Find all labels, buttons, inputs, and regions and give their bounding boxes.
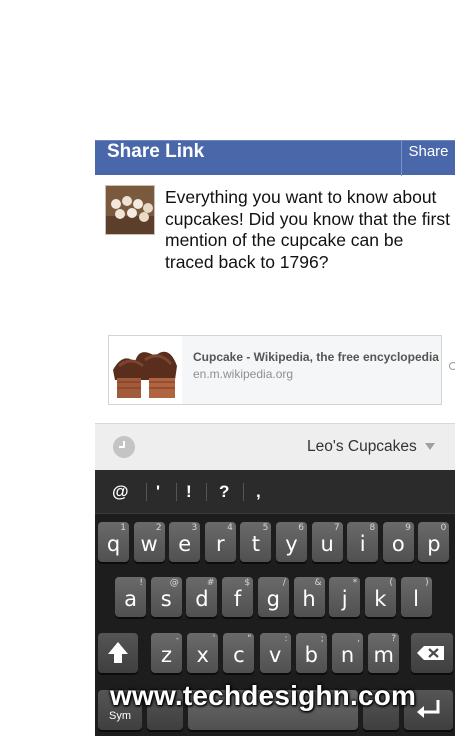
key-label: q bbox=[106, 532, 121, 556]
dropdown-caret-icon[interactable] bbox=[425, 443, 435, 450]
key-n[interactable]: ,n bbox=[332, 633, 363, 673]
key-t[interactable]: 5t bbox=[240, 522, 272, 562]
key-c[interactable]: " c bbox=[223, 633, 255, 673]
key-label: g bbox=[266, 587, 280, 611]
share-button[interactable]: Share bbox=[402, 134, 455, 169]
key-label: c bbox=[233, 643, 245, 667]
key-label: v bbox=[268, 643, 282, 667]
key-label: t bbox=[251, 532, 260, 556]
key-a[interactable]: ! a bbox=[115, 577, 146, 617]
suggestion-strip: @ ' ! ? , bbox=[95, 470, 455, 514]
key-label: z bbox=[160, 643, 173, 667]
key-label: h bbox=[302, 587, 316, 611]
key-f[interactable]: $ f bbox=[222, 577, 254, 617]
key-label: k bbox=[374, 587, 387, 611]
key-o[interactable]: 9o bbox=[382, 522, 414, 562]
key-label: a bbox=[124, 587, 137, 611]
key-e[interactable]: 3e bbox=[169, 522, 201, 562]
key-s[interactable]: @ s bbox=[150, 577, 182, 617]
key-i[interactable]: 8i bbox=[347, 522, 379, 562]
shift-arrow-icon bbox=[108, 642, 128, 663]
key-label: f bbox=[233, 587, 242, 611]
suggestion-divider bbox=[243, 483, 244, 501]
key-label: d bbox=[195, 587, 209, 611]
backspace-icon bbox=[417, 646, 444, 660]
suggestion-item[interactable]: ' bbox=[156, 482, 160, 502]
suggestion-item[interactable]: ? bbox=[219, 482, 229, 502]
key-x[interactable]: ' x bbox=[187, 633, 219, 673]
key-w[interactable]: 2w bbox=[133, 522, 165, 562]
key-u[interactable]: 7u bbox=[311, 522, 343, 562]
key-label: e bbox=[178, 532, 192, 556]
link-url: en.m.wikipedia.org bbox=[193, 367, 294, 381]
chocolate-cupcakes-photo-icon bbox=[109, 336, 182, 404]
link-thumbnail bbox=[109, 336, 182, 404]
key-p[interactable]: 0p bbox=[418, 522, 450, 562]
post-thumbnail bbox=[105, 185, 155, 235]
title-bar: Share Link Share bbox=[95, 140, 455, 176]
key-label: l bbox=[413, 587, 420, 611]
partial-circle-icon bbox=[449, 362, 455, 370]
key-k[interactable]: (k bbox=[364, 577, 396, 617]
link-preview-card[interactable]: Cupcake - Wikipedia, the free encycloped… bbox=[108, 335, 442, 405]
key-j[interactable]: * j bbox=[329, 577, 361, 617]
key-m[interactable]: ? m bbox=[368, 633, 400, 673]
key-label: i bbox=[359, 532, 366, 556]
backspace-key[interactable] bbox=[411, 633, 453, 673]
key-z[interactable]: -z bbox=[151, 633, 182, 673]
key-r[interactable]: 4r bbox=[204, 522, 236, 562]
key-l[interactable]: ) l bbox=[400, 577, 432, 617]
key-label: x bbox=[196, 643, 209, 667]
key-y[interactable]: 6y bbox=[276, 522, 307, 562]
watermark-text: www.techdesighn.com bbox=[110, 680, 417, 711]
page-title: Share Link bbox=[107, 140, 205, 162]
key-v[interactable]: :v bbox=[259, 633, 291, 673]
key-h[interactable]: & h bbox=[293, 577, 325, 617]
key-q[interactable]: 1q bbox=[98, 522, 129, 562]
key-label: u bbox=[320, 532, 334, 556]
key-label: s bbox=[160, 587, 172, 611]
key-label: w bbox=[140, 532, 158, 556]
key-label: o bbox=[391, 532, 405, 556]
key-d[interactable]: # d bbox=[186, 577, 218, 617]
key-label: b bbox=[304, 643, 318, 667]
suggestion-item[interactable]: ! bbox=[186, 482, 192, 502]
post-message[interactable]: Everything you want to know about cupcak… bbox=[165, 187, 455, 273]
key-label: j bbox=[341, 587, 348, 611]
page-selector[interactable]: Leo's Cupcakes bbox=[307, 438, 417, 456]
key-label: n bbox=[340, 643, 355, 667]
audience-bar: Leo's Cupcakes bbox=[95, 423, 455, 470]
key-label: y bbox=[285, 532, 298, 556]
key-label: p bbox=[427, 532, 441, 556]
clock-icon[interactable] bbox=[113, 436, 135, 458]
suggestion-item[interactable]: , bbox=[256, 482, 261, 502]
suggestion-divider bbox=[206, 483, 207, 501]
key-label: r bbox=[215, 532, 225, 556]
key-g[interactable]: / g bbox=[257, 577, 289, 617]
suggestion-divider bbox=[176, 483, 177, 501]
share-link-screen: Share Link Share Everything you want to … bbox=[0, 0, 455, 736]
suggestion-divider bbox=[146, 483, 147, 501]
shift-key[interactable] bbox=[98, 633, 138, 673]
key-b[interactable]: ; b bbox=[295, 633, 327, 673]
suggestion-item[interactable]: @ bbox=[112, 482, 129, 502]
key-label: m bbox=[373, 643, 394, 667]
cupcakes-photo-icon bbox=[106, 186, 154, 234]
link-title: Cupcake - Wikipedia, the free encycloped… bbox=[193, 350, 439, 364]
